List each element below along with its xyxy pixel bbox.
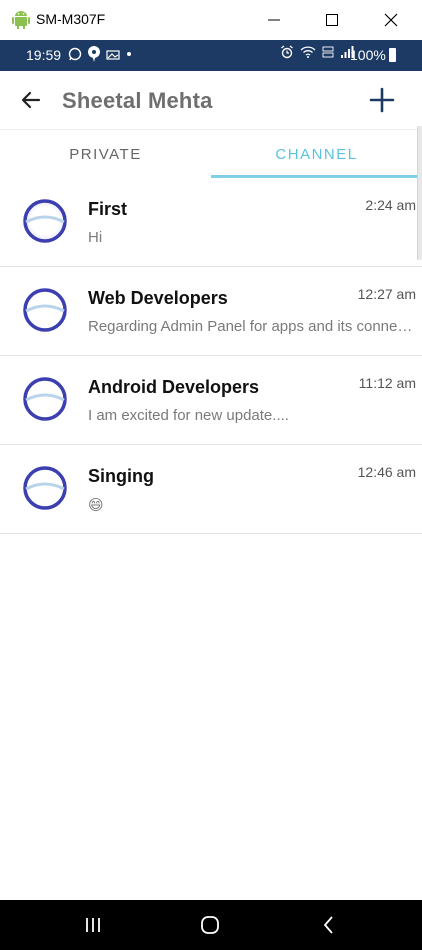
- channel-last-message: 😄: [88, 497, 104, 514]
- channel-row[interactable]: Android Developers 11:12 am I am excited…: [0, 356, 422, 445]
- minimize-button[interactable]: [261, 7, 287, 33]
- alarm-icon: [281, 45, 293, 59]
- minimize-icon: [268, 19, 280, 21]
- status-time: 19:59: [26, 47, 62, 63]
- android-icon: [12, 11, 30, 29]
- channel-row[interactable]: First 2:24 am Hi: [0, 178, 422, 267]
- channel-time: 11:12 am: [358, 375, 416, 391]
- notification-icons: [68, 45, 133, 63]
- status-bar: 19:59 100%: [0, 40, 422, 71]
- gallery-icon: [106, 50, 120, 60]
- channel-avatar-icon: [23, 377, 67, 421]
- system-icons: [280, 45, 354, 59]
- add-channel-icon[interactable]: [368, 86, 396, 114]
- channel-name: Singing: [88, 466, 154, 486]
- battery-icon: [389, 48, 396, 62]
- app-bar: Sheetal Mehta: [0, 71, 422, 130]
- volte-icon: [322, 46, 334, 58]
- channel-name: First: [88, 199, 128, 219]
- channel-row[interactable]: Singing 12:46 am 😄: [0, 445, 422, 534]
- wifi-icon: [300, 46, 316, 58]
- channel-name: Android Developers: [88, 377, 260, 397]
- close-button[interactable]: [378, 7, 404, 33]
- channel-name: Web Developers: [88, 288, 228, 308]
- page-title: Sheetal Mehta: [62, 88, 213, 113]
- maximize-icon: [326, 14, 338, 26]
- channel-avatar-icon: [23, 288, 67, 332]
- channel-avatar-icon: [23, 199, 67, 243]
- window-title: SM-M307F: [36, 11, 106, 27]
- dot-icon: [127, 52, 131, 56]
- tab-channel[interactable]: CHANNEL: [211, 130, 422, 178]
- channel-time: 2:24 am: [365, 197, 416, 213]
- back-nav-icon[interactable]: [316, 912, 342, 938]
- navigation-bar: [0, 900, 422, 950]
- battery-percent: 100%: [350, 47, 386, 63]
- channel-last-message: I am excited for new update....: [88, 407, 289, 424]
- recent-apps-icon[interactable]: [80, 912, 106, 938]
- channel-avatar-icon: [23, 466, 67, 510]
- home-icon[interactable]: [197, 912, 223, 938]
- back-arrow-icon[interactable]: [18, 87, 44, 113]
- whatsapp-icon: [68, 47, 82, 61]
- tab-bar: PRIVATE CHANNEL: [0, 130, 422, 178]
- channel-time: 12:27 am: [357, 286, 416, 302]
- app-notification-icon: [87, 46, 101, 62]
- channel-row[interactable]: Web Developers 12:27 am Regarding Admin …: [0, 267, 422, 356]
- channel-time: 12:46 am: [357, 464, 416, 480]
- channel-last-message: Regarding Admin Panel for apps and its c…: [88, 318, 418, 335]
- close-icon: [384, 13, 398, 27]
- tab-private[interactable]: PRIVATE: [0, 130, 211, 178]
- window-titlebar: SM-M307F: [0, 0, 422, 41]
- channel-list: First 2:24 am Hi Web Developers 12:27 am…: [0, 178, 422, 534]
- channel-last-message: Hi: [88, 229, 103, 246]
- maximize-button[interactable]: [319, 7, 345, 33]
